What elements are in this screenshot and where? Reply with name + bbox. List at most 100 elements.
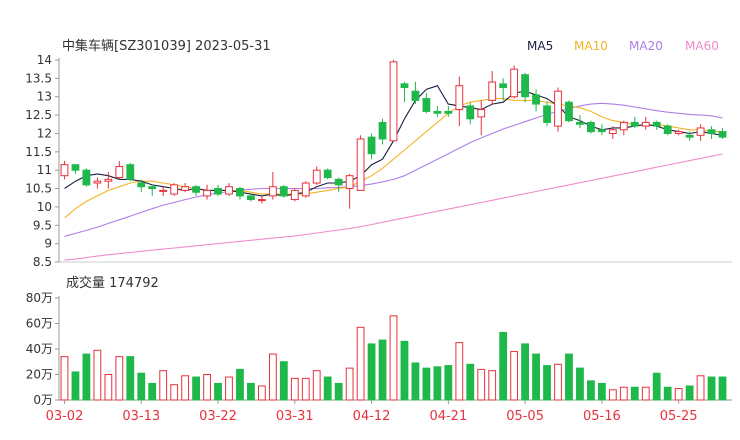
volume-bar <box>257 385 266 401</box>
ma-legend: MA5 MA10 MA20 MA60 <box>527 39 719 53</box>
price-chart-title: 中集车辆[SZ301039] 2023-05-31 <box>62 38 271 54</box>
volume-bar <box>170 384 179 401</box>
volume-bar <box>93 349 102 401</box>
volume-bar <box>422 367 431 401</box>
volume-bar <box>367 343 376 401</box>
candle <box>323 168 332 180</box>
candle <box>488 71 497 105</box>
candle <box>378 118 387 145</box>
volume-bar <box>71 371 80 401</box>
volume-tick-label: 0万 <box>33 393 53 407</box>
volume-bar <box>214 382 222 401</box>
price-tick-label: 14 <box>37 53 52 67</box>
legend-ma5: MA5 <box>527 39 553 53</box>
candle <box>247 194 255 202</box>
price-tick-label: 12.5 <box>25 108 52 122</box>
candle <box>707 126 716 139</box>
volume-bar <box>718 376 727 401</box>
candle <box>82 168 91 187</box>
price-tick-label: 10.5 <box>25 182 52 196</box>
candle <box>641 116 650 130</box>
candle <box>477 100 486 136</box>
candle <box>71 164 80 174</box>
line-ma60 <box>64 153 723 261</box>
candle <box>290 188 299 202</box>
volume-tick-label: 40万 <box>26 342 53 356</box>
date-axis: 03-02 03-13 03-22 03-31 04-12 04-21 05-05 05-16… <box>46 400 698 424</box>
legend-ma10: MA10 <box>574 39 608 53</box>
date-tick-label: 03-13 <box>122 409 160 424</box>
candle <box>93 177 102 189</box>
candle <box>268 172 277 200</box>
stock-chart: 中集车辆[SZ301039] 2023-05-31 MA5 MA10 MA20 MA6… <box>25 38 732 424</box>
volume-bar <box>576 367 584 401</box>
volume-bar <box>608 389 617 401</box>
volume-bar <box>247 382 255 401</box>
candle <box>367 133 376 160</box>
volume-tick-label: 20万 <box>26 368 53 382</box>
candle <box>181 183 190 193</box>
volume-bar <box>597 382 606 401</box>
price-tick-label: 12 <box>37 126 52 140</box>
volume-bar <box>312 370 321 401</box>
volume-bar <box>82 353 91 401</box>
candle <box>334 177 343 193</box>
candle <box>696 124 705 141</box>
candle <box>597 124 606 136</box>
volume-bar <box>466 363 475 401</box>
candle <box>422 93 431 114</box>
price-tick-label: 13 <box>37 90 52 104</box>
candle <box>411 82 420 105</box>
candle <box>203 184 211 200</box>
candle <box>356 135 365 191</box>
volume-bar <box>159 370 168 401</box>
candle <box>433 105 442 117</box>
price-tick-label: 11.5 <box>25 145 52 159</box>
volume-bar <box>323 376 332 401</box>
date-tick-label: 04-21 <box>429 409 467 424</box>
volume-bar <box>301 377 310 401</box>
volume-bar <box>290 377 299 401</box>
volume-bar <box>587 380 595 401</box>
volume-bar <box>674 388 683 401</box>
volume-bar <box>60 356 69 401</box>
legend-ma20: MA20 <box>629 39 663 53</box>
volume-bar <box>115 356 124 401</box>
candle <box>674 129 683 136</box>
volume-tick-label: 80万 <box>26 291 53 305</box>
price-tick-label: 13.5 <box>25 71 52 85</box>
volume-bar <box>378 339 387 401</box>
volume-bar <box>488 370 497 401</box>
volume-bar <box>707 376 716 401</box>
candle <box>619 120 628 136</box>
volume-bar <box>499 331 508 401</box>
candle <box>225 183 233 196</box>
date-tick-label: 05-25 <box>660 409 698 424</box>
volume-bar <box>279 361 288 401</box>
price-tick-label: 11 <box>37 163 52 177</box>
volume-bar <box>630 386 639 401</box>
volume-bar <box>554 363 562 401</box>
volume-bar <box>400 340 409 401</box>
candle <box>630 116 639 128</box>
volume-bar <box>334 382 343 401</box>
volume-bar <box>696 375 705 401</box>
volume-bar <box>225 376 233 401</box>
candle <box>499 78 508 101</box>
candle <box>301 181 310 198</box>
candle <box>565 100 573 123</box>
candle <box>104 172 113 189</box>
price-tick-label: 9 <box>44 237 52 251</box>
volume-bar <box>543 365 551 401</box>
candle <box>466 102 475 125</box>
date-tick-label: 04-12 <box>353 409 391 424</box>
candle <box>126 162 135 182</box>
legend-ma60: MA60 <box>685 39 719 53</box>
volume-bar <box>652 372 661 401</box>
volume-bar <box>411 362 420 401</box>
candle <box>60 161 69 180</box>
price-tick-label: 10 <box>37 200 52 214</box>
candle <box>257 195 266 204</box>
candle <box>718 127 727 139</box>
volume-bar <box>619 386 628 401</box>
